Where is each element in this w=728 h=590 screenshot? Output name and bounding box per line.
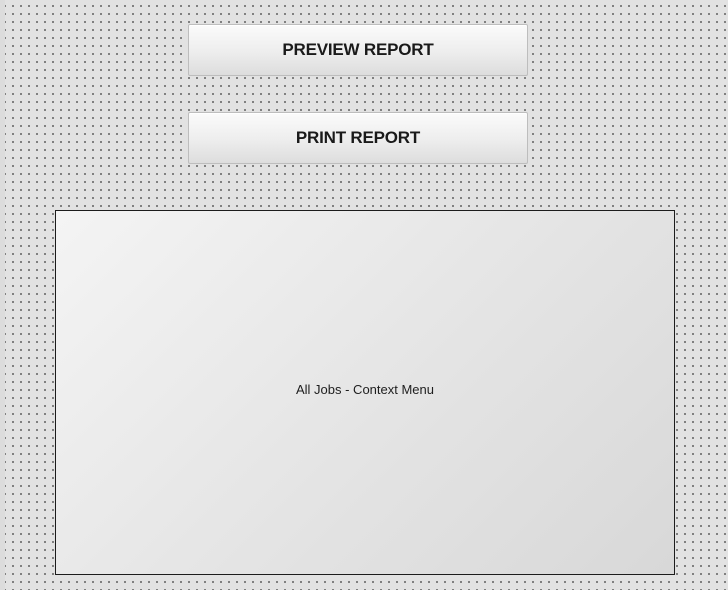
all-jobs-context-menu-area[interactable]: All Jobs - Context Menu bbox=[55, 210, 675, 575]
print-report-button[interactable]: PRINT REPORT bbox=[188, 112, 528, 164]
preview-report-button[interactable]: PREVIEW REPORT bbox=[188, 24, 528, 76]
canvas-left-edge bbox=[0, 0, 5, 590]
context-menu-label: All Jobs - Context Menu bbox=[295, 382, 434, 397]
